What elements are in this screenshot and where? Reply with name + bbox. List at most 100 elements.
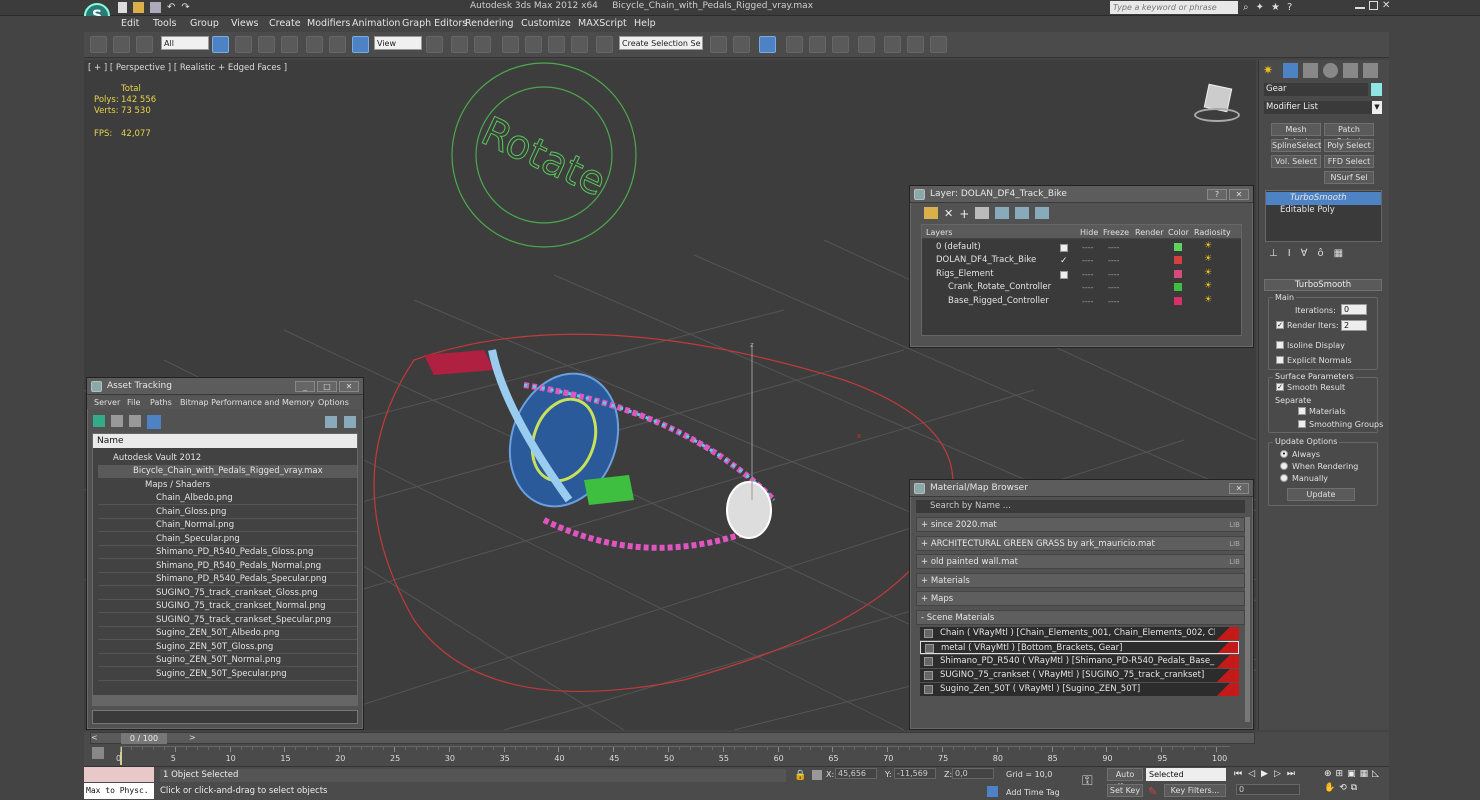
orbit-icon[interactable]: ⟲ xyxy=(1339,783,1347,793)
layer-current-checkbox[interactable] xyxy=(1060,244,1068,252)
hide-all-icon[interactable] xyxy=(1015,207,1030,219)
field-of-view-icon[interactable]: ◺ xyxy=(1372,769,1379,779)
table-view-icon[interactable] xyxy=(129,415,141,427)
asset-map-item[interactable]: Chain_Specular.png xyxy=(98,533,357,546)
zoom-icon[interactable]: ⊕ xyxy=(1324,769,1332,779)
hierarchy-tab-icon[interactable] xyxy=(1303,63,1318,78)
schematic-view-icon[interactable] xyxy=(832,36,849,53)
minimize-window-button[interactable] xyxy=(1355,1,1365,9)
close-window-button[interactable]: ✕ xyxy=(1382,1,1390,11)
maximize-window-button[interactable] xyxy=(1369,1,1378,10)
radiosity-icon[interactable]: ☀ xyxy=(1204,241,1212,251)
window-crossing-icon[interactable] xyxy=(281,36,298,53)
configure-sets-icon[interactable]: ▦ xyxy=(1334,248,1343,259)
layer-help-button[interactable]: ? xyxy=(1207,189,1227,200)
maxscript-mini-listener[interactable]: Max to Physc. xyxy=(84,783,154,799)
select-and-manipulate-icon[interactable] xyxy=(451,36,468,53)
asset-maximize-button[interactable]: □ xyxy=(317,381,337,392)
rendered-frame-window-icon[interactable] xyxy=(907,36,924,53)
menu-edit[interactable]: Edit xyxy=(121,18,139,29)
delete-layer-icon[interactable]: ✕ xyxy=(944,207,953,221)
asset-map-item[interactable]: SUGINO_75_track_crankset_Normal.png xyxy=(98,600,357,613)
move-icon[interactable] xyxy=(306,36,323,53)
pivot-center-icon[interactable] xyxy=(426,36,443,53)
motion-tab-icon[interactable] xyxy=(1323,63,1338,78)
layer-color-swatch[interactable] xyxy=(1174,297,1182,305)
link-icon[interactable] xyxy=(90,36,107,53)
vol-select-button[interactable]: Vol. Select xyxy=(1271,155,1321,168)
spline-select-button[interactable]: SplineSelect xyxy=(1271,139,1321,152)
asset-minimize-button[interactable]: _ xyxy=(295,381,315,392)
manually-radio[interactable] xyxy=(1280,474,1288,482)
time-slider-left-arrow[interactable]: < xyxy=(91,733,98,742)
redo-icon[interactable]: ↷ xyxy=(181,2,189,13)
iterations-spinner[interactable]: 0 xyxy=(1341,304,1367,315)
key-selection-dropdown[interactable]: Selected xyxy=(1146,768,1226,781)
material-scrollbar[interactable] xyxy=(1245,517,1250,722)
object-color-swatch[interactable] xyxy=(1371,83,1382,96)
radiosity-icon[interactable]: ☀ xyxy=(1204,295,1212,305)
set-key-pencil-icon[interactable]: ✎ xyxy=(1148,785,1157,798)
menu-help[interactable]: Help xyxy=(634,18,656,29)
menu-create[interactable]: Create xyxy=(269,18,301,29)
asset-horizontal-scrollbar[interactable] xyxy=(93,695,357,705)
asset-map-item[interactable]: SUGINO_75_track_crankset_Specular.png xyxy=(98,614,357,627)
asset-file-item[interactable]: Bicycle_Chain_with_Pedals_Rigged_vray.ma… xyxy=(98,465,357,478)
menu-customize[interactable]: Customize xyxy=(521,18,571,29)
unlink-icon[interactable] xyxy=(113,36,130,53)
scale-icon[interactable] xyxy=(352,36,369,53)
layer-row[interactable]: Rigs_Element xyxy=(936,268,994,281)
named-selection-set-dropdown[interactable]: Create Selection Se xyxy=(619,36,703,50)
y-coord-input[interactable]: -11,569 xyxy=(894,768,936,779)
asset-settings-icon[interactable] xyxy=(344,416,356,428)
render-setup-icon[interactable] xyxy=(884,36,901,53)
asset-menu-options[interactable]: Options xyxy=(318,398,349,407)
layer-window-title[interactable]: Layer: DOLAN_DF4_Track_Bike xyxy=(910,186,1253,203)
object-name-input[interactable]: Gear xyxy=(1264,83,1368,96)
zoom-extents-all-icon[interactable]: ▦ xyxy=(1360,769,1369,779)
scene-material-item[interactable]: SUGINO_75_crankset ( VRayMtl ) [SUGINO_7… xyxy=(920,669,1239,682)
utilities-tab-icon[interactable] xyxy=(1363,63,1378,78)
asset-vault-item[interactable]: Autodesk Vault 2012 xyxy=(113,452,201,465)
menu-maxscript[interactable]: MAXScript xyxy=(578,18,627,29)
graphite-modeling-icon[interactable] xyxy=(786,36,803,53)
key-icon[interactable]: ⚿ xyxy=(1082,773,1093,789)
layer-row[interactable]: Crank_Rotate_Controller xyxy=(948,281,1051,294)
time-slider-thumb[interactable]: 0 / 100 xyxy=(121,733,167,744)
material-close-button[interactable]: ✕ xyxy=(1229,483,1249,494)
layer-color-swatch[interactable] xyxy=(1174,243,1182,251)
scene-material-item[interactable]: Sugino_Zen_50T ( VRayMtl ) [Sugino_ZEN_5… xyxy=(920,683,1239,696)
align-icon[interactable] xyxy=(733,36,750,53)
asset-close-button[interactable]: ✕ xyxy=(339,381,359,392)
mini-curve-editor-icon[interactable] xyxy=(92,747,104,759)
materials-checkbox[interactable] xyxy=(1298,407,1306,415)
asset-menu-file[interactable]: File xyxy=(127,398,140,407)
highlight-layer-icon[interactable] xyxy=(995,207,1010,219)
current-frame-input[interactable]: 0 xyxy=(1236,784,1300,795)
go-to-end-icon[interactable]: ⏭ xyxy=(1287,769,1295,779)
asset-map-item[interactable]: Chain_Normal.png xyxy=(98,519,357,532)
timeline-track[interactable]: 0 5 10 15 20 25 30 35 40 45 50 55 60 65 70 75 80 85 90 95 10… xyxy=(116,746,1230,765)
edit-named-selection-icon[interactable] xyxy=(596,36,613,53)
grid-view-icon[interactable] xyxy=(147,415,161,429)
menu-group[interactable]: Group xyxy=(190,18,219,29)
turbosmooth-rollout-header[interactable]: TurboSmooth xyxy=(1264,279,1382,291)
time-tag-icon[interactable] xyxy=(987,786,998,797)
isoline-display-checkbox[interactable] xyxy=(1276,341,1284,349)
key-filters-button[interactable]: Key Filters... xyxy=(1164,784,1226,797)
layer-color-swatch[interactable] xyxy=(1174,256,1182,264)
zoom-all-icon[interactable]: ⊞ xyxy=(1336,769,1344,779)
material-window-title[interactable]: Material/Map Browser xyxy=(910,480,1253,497)
layer-color-swatch[interactable] xyxy=(1174,270,1182,278)
time-slider-right-arrow[interactable]: > xyxy=(189,733,196,742)
add-time-tag-button[interactable]: Add Time Tag xyxy=(1006,788,1060,797)
update-button[interactable]: Update xyxy=(1287,488,1355,501)
undo-icon[interactable]: ↶ xyxy=(167,2,175,13)
always-radio[interactable]: • xyxy=(1280,450,1288,458)
zoom-extents-icon[interactable]: ▣ xyxy=(1347,769,1356,779)
asset-map-item[interactable]: Sugino_ZEN_50T_Albedo.png xyxy=(98,627,357,640)
render-iters-checkbox[interactable]: ✓ xyxy=(1276,321,1284,329)
create-tab-icon[interactable]: ✷ xyxy=(1263,63,1278,78)
asset-map-item[interactable]: Shimano_PD_R540_Pedals_Specular.png xyxy=(98,573,357,586)
asset-path-field[interactable] xyxy=(92,710,358,724)
